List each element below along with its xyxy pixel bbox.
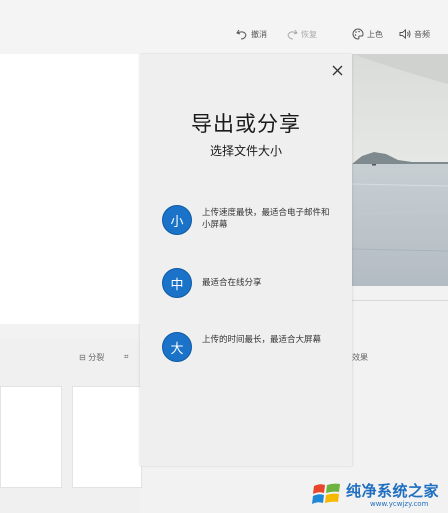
undo-label: 撤消 bbox=[251, 29, 267, 39]
close-icon bbox=[332, 65, 342, 75]
undo-button[interactable]: 撤消 bbox=[236, 26, 267, 42]
size-badge: 大 bbox=[162, 332, 192, 362]
close-button[interactable] bbox=[329, 62, 345, 78]
audio-button[interactable]: 音频 bbox=[399, 26, 430, 42]
site-watermark: 纯净系统之家 www.ycwjzy.com bbox=[312, 476, 448, 513]
audio-label: 音频 bbox=[414, 29, 430, 39]
size-description: 最适合在线分享 bbox=[202, 278, 262, 288]
redo-label: 恢复 bbox=[301, 29, 317, 39]
watermark-url: www.ycwjzy.com bbox=[370, 500, 429, 508]
top-toolbar: 撤消 恢复 上色 音频 bbox=[0, 0, 448, 54]
palette-icon bbox=[352, 28, 364, 40]
size-description: 上传的时间最长，最适合大屏幕 bbox=[202, 335, 322, 345]
color-label: 上色 bbox=[367, 29, 383, 39]
split-icon: ⊟ bbox=[79, 353, 89, 362]
panel-subtitle: 选择文件大小 bbox=[209, 144, 282, 158]
effects-tool[interactable]: 效果 bbox=[352, 352, 368, 363]
storyboard-card[interactable] bbox=[0, 386, 62, 488]
redo-button[interactable]: 恢复 bbox=[286, 26, 317, 42]
video-preview-image bbox=[352, 54, 448, 286]
windows-logo-icon bbox=[312, 483, 340, 504]
export-share-panel: 导出或分享 选择文件大小 小 上传速度最快，最适合电子邮件和小屏幕 中 最适合在… bbox=[140, 54, 352, 466]
undo-icon bbox=[236, 29, 247, 40]
split-label: 分裂 bbox=[88, 353, 105, 362]
timeline-divider bbox=[352, 300, 448, 301]
watermark-name: 纯净系统之家 bbox=[346, 482, 440, 500]
color-button[interactable]: 上色 bbox=[352, 26, 383, 42]
split-tool[interactable]: ⊟ 分裂 bbox=[79, 352, 104, 363]
storyboard-card[interactable] bbox=[72, 386, 142, 488]
storyboard-strip bbox=[0, 338, 142, 513]
redo-icon bbox=[287, 29, 298, 40]
preview-canvas bbox=[0, 54, 140, 324]
resize-icon[interactable]: ⌗ bbox=[124, 352, 129, 362]
speaker-icon bbox=[399, 28, 411, 40]
size-badge: 小 bbox=[162, 205, 192, 235]
panel-title: 导出或分享 bbox=[191, 112, 301, 136]
effects-label: 效果 bbox=[352, 353, 368, 362]
size-badge: 中 bbox=[162, 268, 192, 298]
size-description: 上传速度最快，最适合电子邮件和小屏幕 bbox=[202, 208, 330, 230]
